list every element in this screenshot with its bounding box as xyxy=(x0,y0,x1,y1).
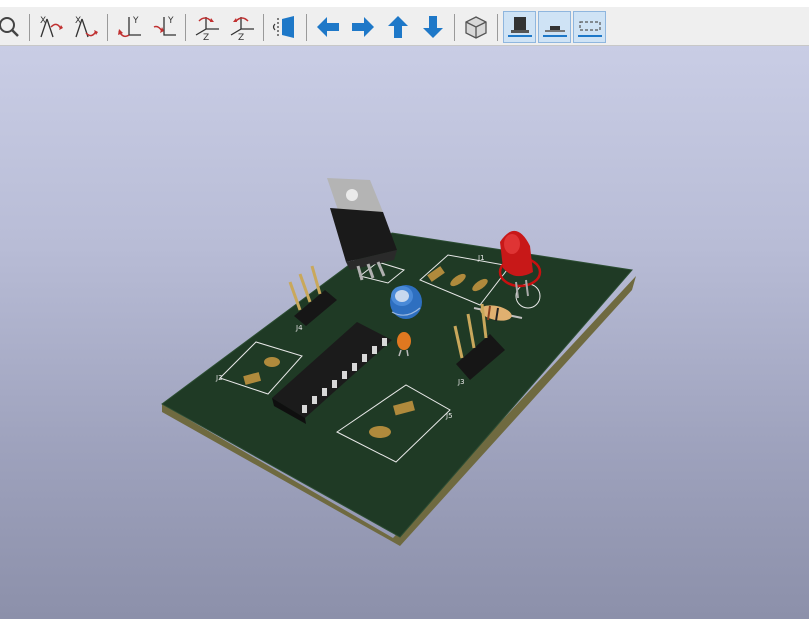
rotate-y-ccw-icon: Y xyxy=(153,16,176,36)
svg-text:J1: J1 xyxy=(477,254,485,262)
toolbar: X X Y Y Z Z xyxy=(0,7,809,46)
svg-text:Z: Z xyxy=(203,33,209,41)
rotate-z-cw-icon: Z xyxy=(195,16,219,41)
ortho-toggle-icon xyxy=(464,15,487,39)
viewer-window: X X Y Y Z Z J1 J5 J3 J4 J2 xyxy=(0,0,809,619)
rotate-z-ccw-icon: Z xyxy=(230,16,254,41)
svg-text:J3: J3 xyxy=(457,378,465,386)
pan-down-icon xyxy=(422,15,443,38)
svg-text:J5: J5 xyxy=(445,412,453,420)
toolbar-separator xyxy=(454,14,455,41)
toolbar-separator xyxy=(263,14,264,41)
3d-viewport[interactable]: J1 J5 J3 J4 J2 xyxy=(0,46,809,619)
zoom-fit-button[interactable] xyxy=(0,11,23,42)
toolbar-separator xyxy=(185,14,186,41)
pan-up-icon xyxy=(387,15,408,38)
pan-up-button[interactable] xyxy=(382,11,413,42)
rotate-z-cw-button[interactable]: Z xyxy=(191,11,222,42)
toolbar-separator xyxy=(497,14,498,41)
show-smd-icon xyxy=(542,26,567,37)
pan-right-button[interactable] xyxy=(347,11,378,42)
pan-right-icon xyxy=(351,16,374,37)
svg-text:Y: Y xyxy=(132,16,139,26)
flip-board-icon xyxy=(272,15,294,38)
toolbar-separator xyxy=(306,14,307,41)
zoom-fit-icon xyxy=(0,16,19,37)
svg-text:J2: J2 xyxy=(215,374,223,382)
rotate-y-ccw-button[interactable]: Y xyxy=(148,11,179,42)
pan-left-icon xyxy=(316,16,339,37)
toolbar-separator xyxy=(29,14,30,41)
title-strip xyxy=(0,0,809,7)
ortho-toggle-button[interactable] xyxy=(460,11,491,42)
show-virtual-icon xyxy=(577,21,602,37)
pcb-3d-render: J1 J5 J3 J4 J2 xyxy=(161,178,636,546)
show-smd-button[interactable] xyxy=(538,11,571,43)
flip-board-button[interactable] xyxy=(269,11,300,42)
svg-text:J4: J4 xyxy=(295,324,303,332)
rotate-x-cw-button[interactable]: X xyxy=(35,11,66,42)
rotate-x-ccw-icon: X xyxy=(75,16,98,37)
pan-down-button[interactable] xyxy=(417,11,448,42)
svg-text:Z: Z xyxy=(238,33,244,41)
show-virtual-button[interactable] xyxy=(573,11,606,43)
pcb-board xyxy=(162,233,632,537)
rotate-y-cw-icon: Y xyxy=(117,16,141,37)
svg-text:Y: Y xyxy=(167,16,174,26)
rotate-x-ccw-button[interactable]: X xyxy=(70,11,101,42)
pan-left-button[interactable] xyxy=(312,11,343,42)
rotate-x-cw-icon: X xyxy=(40,16,63,37)
rotate-z-ccw-button[interactable]: Z xyxy=(226,11,257,42)
toolbar-separator xyxy=(107,14,108,41)
rotate-y-cw-button[interactable]: Y xyxy=(113,11,144,42)
show-tht-icon xyxy=(507,17,532,37)
electrolytic-capacitor xyxy=(390,285,422,319)
show-tht-button[interactable] xyxy=(503,11,536,43)
